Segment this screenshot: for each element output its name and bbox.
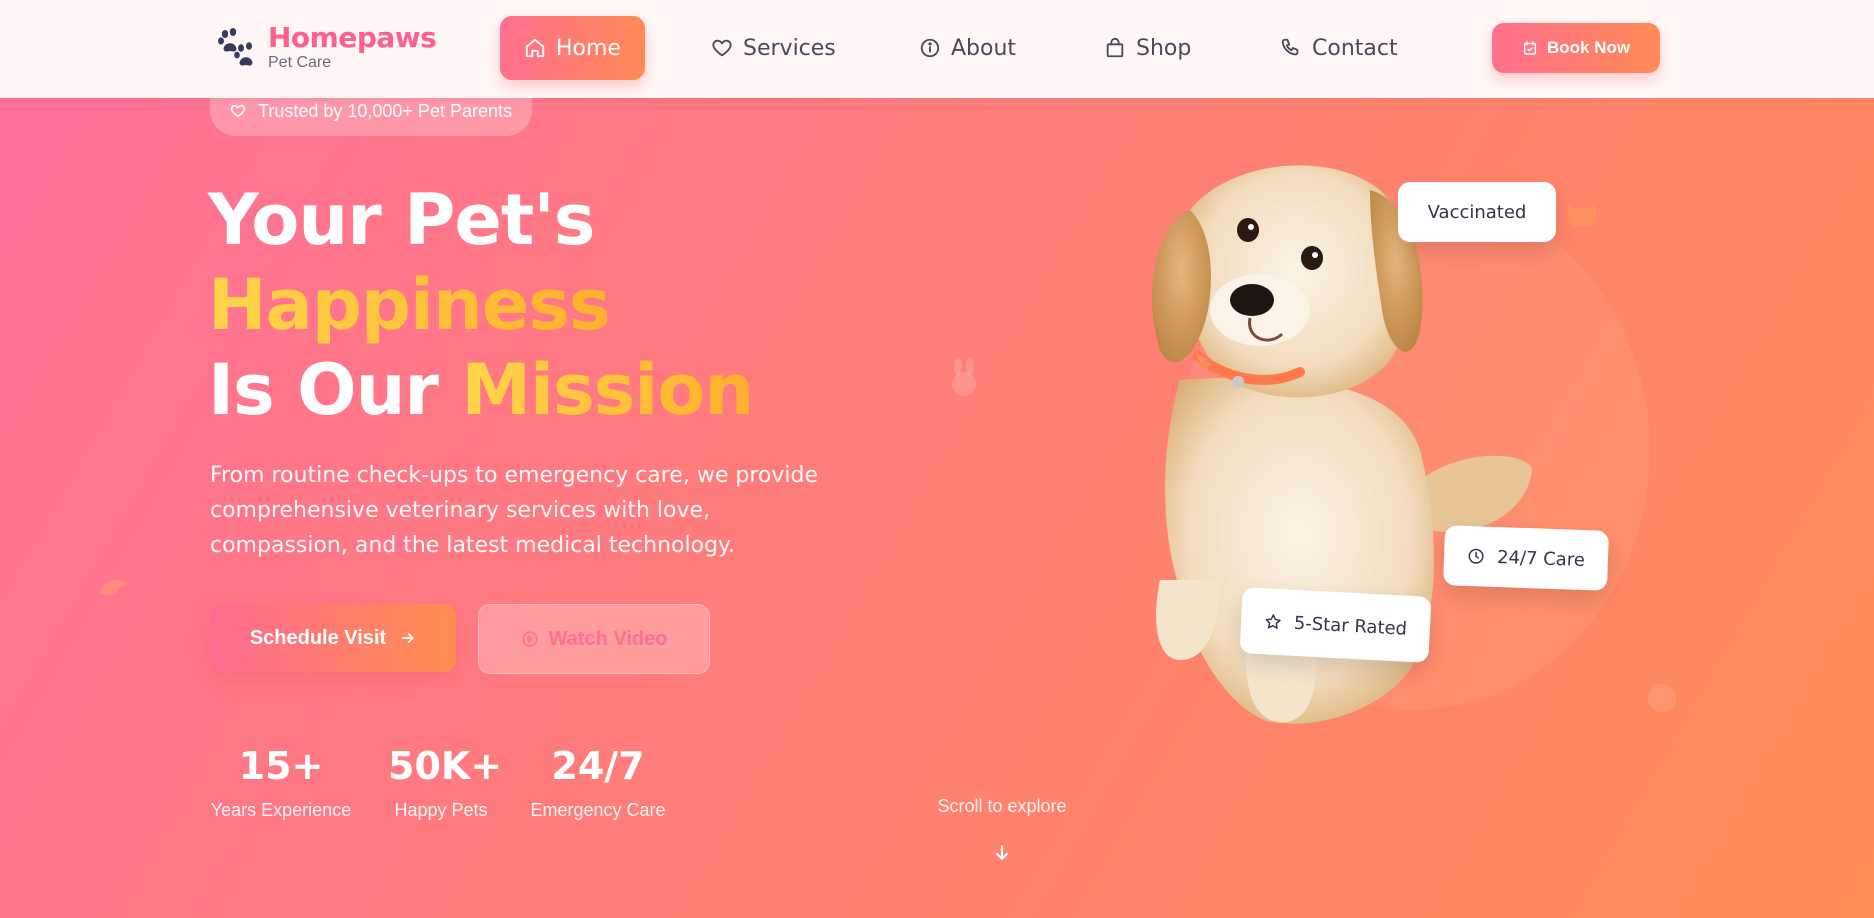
care-24-7-tag: 24/7 Care bbox=[1443, 525, 1609, 591]
watch-video-button[interactable]: Watch Video bbox=[478, 604, 710, 674]
play-circle-icon bbox=[521, 631, 538, 647]
vaccinated-tag-text: Vaccinated bbox=[1427, 201, 1527, 223]
hero-description: From routine check-ups to emergency care… bbox=[210, 463, 818, 558]
headline-line-3a: Is Our bbox=[208, 349, 462, 431]
trust-badge-text: Trusted by 10,000+ Pet Parents bbox=[258, 100, 512, 121]
scroll-hint[interactable]: Scroll to explore bbox=[900, 796, 1104, 867]
schedule-visit-label: Schedule Visit bbox=[249, 626, 387, 649]
cat-icon bbox=[1568, 202, 1596, 227]
brand-name: Homepaws bbox=[268, 21, 437, 54]
arrow-down-icon bbox=[995, 845, 1009, 860]
scroll-hint-text: Scroll to explore bbox=[937, 796, 1067, 816]
brand-logo[interactable]: Homepaws Pet Care bbox=[216, 21, 437, 71]
stat-label: Happy Pets bbox=[394, 800, 488, 820]
stat-happy-pets: 50K+ Happy Pets bbox=[388, 740, 503, 821]
shopping-bag-icon bbox=[1106, 37, 1124, 58]
stat-emergency: 24/7 Emergency Care bbox=[526, 740, 670, 821]
hero-headline: Your Pet's Happiness Is Our Mission bbox=[208, 178, 754, 433]
navbar: Homepaws Pet Care Home Services About Sh… bbox=[0, 0, 1874, 98]
nav-services-label: Services bbox=[743, 35, 836, 61]
stat-label: Years Experience bbox=[210, 800, 352, 820]
fish-icon bbox=[1648, 684, 1676, 712]
headline-line-2: Happiness bbox=[208, 264, 611, 346]
stat-label: Emergency Care bbox=[530, 800, 666, 820]
rabbit-icon bbox=[952, 357, 976, 396]
heart-icon bbox=[712, 39, 732, 57]
book-now-button[interactable]: Book Now bbox=[1492, 23, 1660, 73]
nav-contact[interactable]: Contact bbox=[1280, 16, 1398, 80]
book-now-label: Book Now bbox=[1546, 38, 1631, 57]
nav-services[interactable]: Services bbox=[711, 16, 836, 80]
clock-icon bbox=[1468, 548, 1484, 564]
nav-about-label: About bbox=[951, 35, 1017, 61]
stat-value: 50K+ bbox=[388, 744, 503, 788]
watch-video-label: Watch Video bbox=[548, 627, 668, 650]
five-star-tag-text: 5-Star Rated bbox=[1293, 612, 1408, 640]
stat-value: 24/7 bbox=[551, 744, 645, 788]
brand-tagline: Pet Care bbox=[268, 54, 332, 71]
nav-home-label: Home bbox=[556, 35, 621, 61]
stat-years: 15+ Years Experience bbox=[210, 740, 352, 821]
paw-icon bbox=[218, 27, 253, 66]
nav-shop-label: Shop bbox=[1136, 35, 1192, 61]
star-icon bbox=[1265, 614, 1281, 629]
nav-home[interactable]: Home bbox=[500, 16, 645, 80]
care-tag-text: 24/7 Care bbox=[1496, 546, 1586, 571]
five-star-tag: 5-Star Rated bbox=[1239, 587, 1432, 663]
calendar-check-icon bbox=[1523, 41, 1537, 55]
nav-shop[interactable]: Shop bbox=[1104, 16, 1191, 80]
bird-icon bbox=[100, 579, 128, 596]
nav-about[interactable]: About bbox=[919, 16, 1016, 80]
arrow-right-icon bbox=[401, 633, 414, 643]
headline-line-1: Your Pet's bbox=[208, 179, 595, 261]
phone-icon bbox=[1281, 38, 1299, 56]
stat-value: 15+ bbox=[238, 744, 324, 788]
home-icon bbox=[525, 38, 545, 58]
info-icon bbox=[920, 38, 940, 58]
headline-line-3b: Mission bbox=[461, 349, 754, 431]
nav-contact-label: Contact bbox=[1312, 35, 1398, 61]
vaccinated-tag: Vaccinated bbox=[1398, 182, 1556, 242]
heart-icon bbox=[230, 104, 246, 118]
schedule-visit-button[interactable]: Schedule Visit bbox=[210, 604, 456, 672]
